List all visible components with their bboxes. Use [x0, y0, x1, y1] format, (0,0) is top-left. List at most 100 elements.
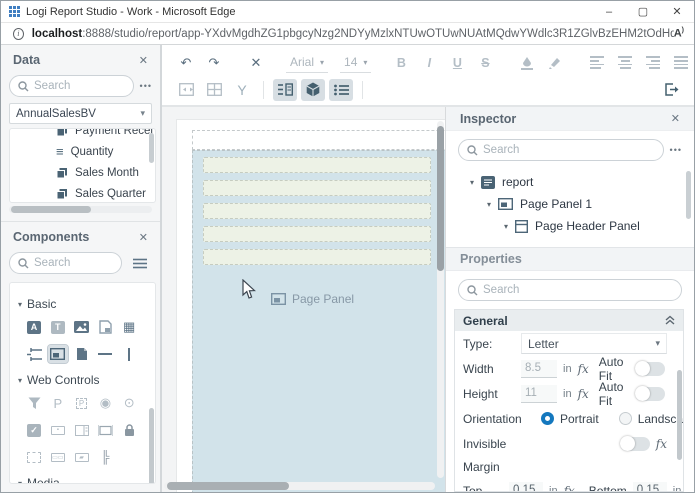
page-header-band[interactable]	[192, 130, 445, 150]
section-basic[interactable]: ▾ Basic	[18, 297, 145, 311]
minimize-button[interactable]: –	[592, 1, 626, 22]
highlight-button[interactable]	[543, 52, 567, 74]
delete-button[interactable]: ✕	[244, 52, 268, 74]
fx-formula-icon[interactable]: fx	[656, 437, 667, 451]
filter-control[interactable]	[24, 394, 44, 412]
radio-button-control[interactable]: ⊙	[119, 394, 139, 412]
align-left-button[interactable]	[585, 52, 609, 74]
canvas-hscrollbar[interactable]	[164, 482, 435, 490]
vertical-line-component[interactable]	[119, 345, 139, 363]
tree-node-page-panel-1[interactable]: ▾ Page Panel 1	[446, 193, 694, 215]
undo-button[interactable]: ↶	[174, 52, 198, 74]
components-panel-close-icon[interactable]: ✕	[139, 231, 148, 244]
toggle-inspector-panel-button[interactable]	[329, 79, 353, 101]
report-page[interactable]: Page Panel	[177, 120, 445, 492]
data-more-button[interactable]: •••	[140, 81, 152, 91]
margin-bottom-input[interactable]: 0.15	[633, 482, 667, 493]
redo-button[interactable]: ↷	[202, 52, 226, 74]
combobox-control[interactable]	[95, 421, 115, 439]
data-field-sales-quarter[interactable]: Sales Quarter	[10, 183, 155, 203]
text-component[interactable]: T	[48, 318, 68, 336]
page-component[interactable]	[72, 345, 92, 363]
width-autofit-toggle[interactable]	[635, 362, 665, 376]
header-row[interactable]	[203, 249, 431, 265]
horizontal-line-component[interactable]	[95, 345, 115, 363]
password-control[interactable]	[119, 421, 139, 439]
design-canvas[interactable]: Page Panel	[162, 107, 445, 492]
type-select[interactable]: Letter ▾	[521, 333, 667, 354]
page-panel-component-selected[interactable]	[48, 345, 68, 363]
exit-button[interactable]	[660, 79, 684, 101]
inspector-close-icon[interactable]: ✕	[671, 112, 680, 125]
data-field-sales-month[interactable]: Sales Month	[10, 162, 155, 183]
strikethrough-button[interactable]: S	[473, 52, 497, 74]
label-component[interactable]: A	[24, 318, 44, 336]
fx-formula-icon[interactable]: fx	[564, 484, 575, 493]
data-list-vscrollbar[interactable]	[149, 133, 154, 163]
inspector-search-input[interactable]	[458, 139, 664, 161]
italic-button[interactable]: I	[417, 52, 441, 74]
parameter-form-control[interactable]: P	[72, 394, 92, 412]
justify-button[interactable]	[669, 52, 693, 74]
align-center-button[interactable]	[613, 52, 637, 74]
data-panel-close-icon[interactable]: ✕	[139, 54, 148, 67]
read-aloud-icon[interactable]: A)	[674, 27, 684, 40]
button-control[interactable]: ▭▭	[48, 448, 68, 466]
fill-color-button[interactable]	[515, 52, 539, 74]
section-media[interactable]: ▾ Media	[18, 476, 145, 484]
header-row[interactable]	[203, 226, 431, 242]
image-button-control[interactable]: ▰	[72, 448, 92, 466]
tree-vscrollbar[interactable]	[686, 171, 691, 219]
general-section-header[interactable]: General	[455, 310, 683, 331]
data-field-payment-received[interactable]: Payment Recei	[10, 128, 155, 141]
header-row[interactable]	[203, 180, 431, 196]
bold-button[interactable]: B	[389, 52, 413, 74]
header-row[interactable]	[203, 157, 431, 173]
section-web-controls[interactable]: ▾ Web Controls	[18, 373, 145, 387]
font-family-select[interactable]: Arial ▾	[286, 53, 328, 73]
merge-cells-button[interactable]	[174, 79, 198, 101]
close-window-button[interactable]: ✕	[660, 1, 694, 22]
fx-formula-icon[interactable]: fx	[578, 362, 589, 376]
collapse-icon[interactable]	[665, 314, 675, 328]
height-input[interactable]: 11	[521, 385, 557, 403]
parameter-control[interactable]: P	[48, 394, 68, 412]
general-vscrollbar[interactable]	[677, 370, 682, 460]
portrait-radio[interactable]	[541, 412, 554, 425]
image-component[interactable]	[72, 318, 92, 336]
font-size-select[interactable]: 14 ▾	[340, 53, 371, 73]
maximize-button[interactable]: ▢	[626, 1, 660, 22]
navigation-tree-control[interactable]: ╠	[95, 448, 115, 466]
tree-node-report[interactable]: ▾ report	[446, 171, 694, 193]
width-input[interactable]: 8.5	[521, 360, 557, 378]
data-field-quantity[interactable]: ≡ Quantity	[10, 141, 155, 162]
split-cells-button[interactable]	[202, 79, 226, 101]
panel-control[interactable]	[24, 448, 44, 466]
data-list-hscrollbar[interactable]	[9, 206, 152, 213]
invisible-toggle[interactable]	[620, 437, 650, 451]
inspector-more-button[interactable]: •••	[670, 145, 682, 155]
checkbox-control[interactable]: ✓	[24, 421, 44, 439]
url-text[interactable]: localhost:8888/studio/report/app-YXdvMgd…	[32, 28, 674, 40]
landscape-radio[interactable]	[619, 412, 632, 425]
height-autofit-toggle[interactable]	[635, 387, 665, 401]
components-menu-icon[interactable]	[128, 252, 152, 274]
toggle-data-panel-button[interactable]	[273, 79, 297, 101]
align-right-button[interactable]	[641, 52, 665, 74]
filter-button[interactable]: Y	[230, 79, 254, 101]
components-search-input[interactable]	[9, 252, 122, 274]
subreport-component[interactable]	[95, 318, 115, 336]
listbox-control[interactable]	[72, 421, 92, 439]
table-component[interactable]: ▦	[119, 318, 139, 336]
site-info-icon[interactable]: i	[13, 28, 24, 40]
toggle-components-panel-button[interactable]	[301, 79, 325, 101]
components-vscrollbar[interactable]	[149, 408, 154, 484]
data-search-input[interactable]	[9, 75, 134, 97]
web-action-control[interactable]: ◉	[95, 394, 115, 412]
fx-formula-icon[interactable]: fx	[578, 387, 589, 401]
margin-top-input[interactable]: 0.15	[509, 482, 543, 493]
banded-object-component[interactable]	[24, 345, 44, 363]
tree-node-page-header-panel[interactable]: ▾ Page Header Panel	[446, 215, 694, 237]
data-source-select[interactable]: AnnualSalesBV ▾	[9, 103, 152, 124]
properties-search-input[interactable]	[458, 279, 682, 301]
